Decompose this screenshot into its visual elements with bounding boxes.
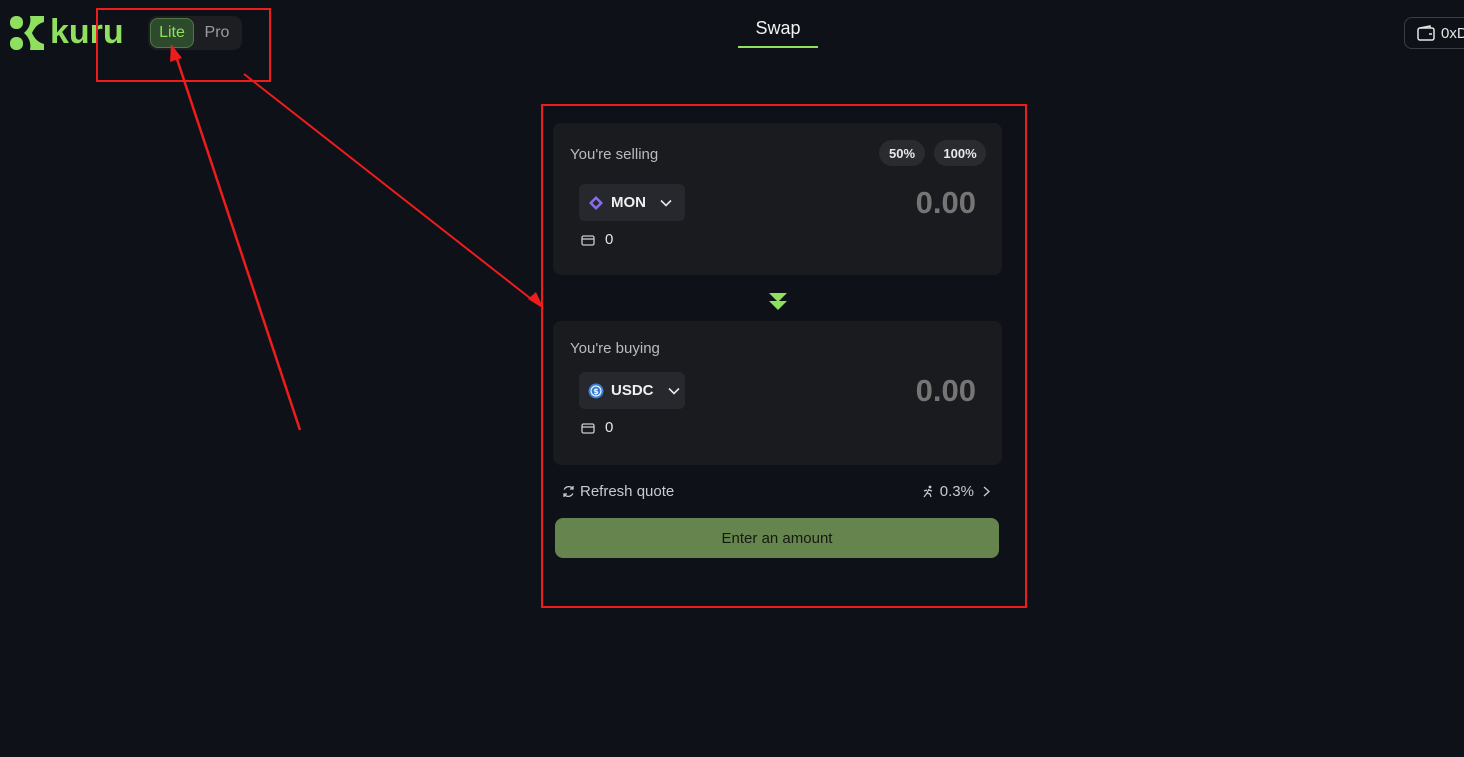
page: kuru Lite Pro Swap 0xD You're selling 50… <box>0 0 1464 757</box>
annotation-arrow-right <box>243 73 536 303</box>
annotation-arrow-up <box>174 55 302 431</box>
annotation-arrows <box>170 44 544 431</box>
